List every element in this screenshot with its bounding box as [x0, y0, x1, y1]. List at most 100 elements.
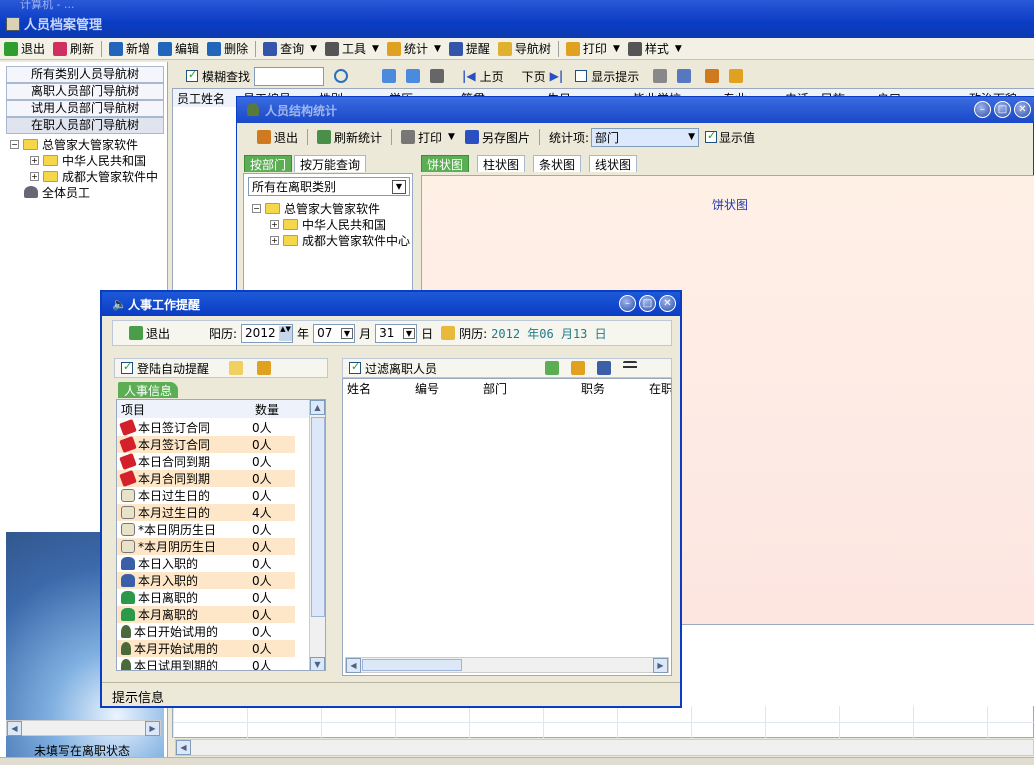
tree-node[interactable]: + 中华人民共和国 [10, 152, 158, 168]
collapse-icon[interactable]: − [10, 139, 19, 149]
nav-tree-button-2[interactable]: 试用人员部门导航树 [6, 100, 164, 117]
month-select[interactable]: 07 ▼ [313, 323, 356, 343]
year-spinner[interactable]: 2012 ▲▼ [241, 323, 294, 343]
minimize-icon[interactable]: – [619, 295, 636, 312]
reminder-exit-button[interactable]: 退出 [125, 323, 181, 343]
resigned-column-header[interactable]: 在职 [645, 380, 671, 397]
fuzzy-search-input[interactable] [254, 66, 325, 86]
edit-record-icon[interactable] [406, 69, 421, 83]
list-item[interactable]: 本日入职的 0人 [117, 555, 309, 572]
scroll-left-icon[interactable]: ◀ [176, 740, 191, 755]
book-icon[interactable] [705, 69, 720, 83]
show-hint-checkbox[interactable] [575, 70, 588, 82]
expand-icon[interactable]: + [270, 219, 279, 229]
fuzzy-search-checkbox[interactable] [186, 68, 198, 82]
last-page-icon[interactable]: ▶| [550, 69, 564, 83]
person-icon[interactable] [597, 361, 612, 375]
tree-node[interactable]: + 成都大管家软件中 [10, 168, 158, 184]
toolbar-button-7[interactable]: 统计 ▼ [383, 39, 445, 59]
resigned-column-header[interactable]: 编号 [411, 380, 479, 397]
scroll-right-icon[interactable]: ▶ [145, 721, 160, 736]
calendar-icon[interactable] [441, 326, 456, 340]
card-icon[interactable] [653, 69, 668, 83]
chart-tab-2[interactable]: 条状图 [533, 155, 582, 172]
refresh-stats-button[interactable]: 刷新统计 [313, 127, 386, 147]
dropdown-arrow-icon[interactable]: ▼ [613, 44, 620, 54]
list-item[interactable]: 本日签订合同 0人 [117, 418, 309, 437]
toolbar-button-3[interactable]: 编辑 [154, 39, 203, 59]
expand-icon[interactable]: + [270, 235, 279, 245]
tree-all-employees[interactable]: 全体员工 [10, 184, 158, 200]
scroll-up-icon[interactable]: ▲ [310, 400, 325, 415]
grid-hscroll[interactable]: ◀ [175, 739, 1034, 756]
scroll-thumb[interactable] [362, 659, 462, 671]
toolbar-button-5[interactable]: 查询 ▼ [259, 39, 321, 59]
expand-icon[interactable]: + [30, 171, 39, 181]
grid-column-header[interactable]: 员工姓名 [173, 90, 239, 107]
search-icon[interactable] [334, 69, 349, 83]
stat-item-select[interactable]: 部门 ▼ [591, 127, 700, 147]
list-item[interactable]: 本月入职的 0人 [117, 572, 309, 589]
toolbar-button-6[interactable]: 工具 ▼ [321, 39, 383, 59]
stats-left-tab-0[interactable]: 按部门 [244, 155, 293, 172]
list-item[interactable]: 本月开始试用的 0人 [117, 640, 309, 657]
prev-page-button[interactable]: 上页 [480, 68, 504, 85]
nav-tree-button-1[interactable]: 离职人员部门导航树 [6, 83, 164, 100]
scroll-left-icon[interactable]: ◀ [7, 721, 22, 736]
list-item[interactable]: 本月离职的 0人 [117, 606, 309, 623]
scroll-down-icon[interactable]: ▼ [310, 657, 325, 670]
next-page-button[interactable]: 下页 [522, 68, 546, 85]
list-item[interactable]: 本日离职的 0人 [117, 589, 309, 606]
tree-root[interactable]: − 总管家大管家软件 [10, 136, 158, 152]
auto-remind-checkbox[interactable] [121, 360, 133, 374]
expand-icon[interactable]: + [30, 155, 39, 165]
resigned-column-header[interactable]: 姓名 [343, 380, 411, 397]
filter-resigned-checkbox[interactable] [349, 360, 361, 374]
printer-icon[interactable] [571, 361, 586, 375]
chart-tab-0[interactable]: 饼状图 [421, 155, 470, 172]
save-image-button[interactable]: 另存图片 [461, 127, 534, 147]
collapse-icon[interactable]: − [252, 203, 261, 213]
list-item[interactable]: *本月阴历生日 0人 [117, 538, 309, 555]
scroll-left-icon[interactable]: ◀ [346, 658, 361, 673]
spinner-icon[interactable]: ▲▼ [279, 325, 293, 341]
toolbar-button-9[interactable]: 导航树 [494, 39, 555, 59]
toolbar-button-2[interactable]: 新增 [105, 39, 154, 59]
stats-tree-root[interactable]: − 总管家大管家软件 [252, 200, 410, 216]
list-item[interactable]: 本月过生日的 4人 [117, 504, 309, 521]
stats-exit-button[interactable]: 退出 [253, 127, 302, 147]
toolbar-button-0[interactable]: 退出 [0, 39, 49, 59]
list-item[interactable]: 本日开始试用的 0人 [117, 623, 309, 640]
nav-tree-button-0[interactable]: 所有类别人员导航树 [6, 66, 164, 83]
stats-left-tab-1[interactable]: 按万能查询 [294, 155, 367, 172]
toolbar-button-1[interactable]: 刷新 [49, 39, 98, 59]
maximize-icon[interactable]: □ [639, 295, 656, 312]
chevron-down-icon[interactable]: ▼ [392, 179, 406, 194]
reminder-list-vscroll[interactable]: ▲ ▼ [309, 400, 325, 670]
chart-icon[interactable] [229, 361, 244, 375]
minimize-icon[interactable]: – [974, 101, 991, 118]
person-icon[interactable] [677, 69, 692, 83]
stats-print-button[interactable]: 打印 ▼ [397, 127, 459, 147]
list-item[interactable]: 本日合同到期 0人 [117, 452, 309, 471]
dropdown-arrow-icon[interactable]: ▼ [675, 44, 682, 54]
close-icon[interactable]: ✕ [1014, 101, 1031, 118]
refresh-icon[interactable] [545, 361, 560, 375]
nav-tree-button-3[interactable]: 在职人员部门导航树 [6, 117, 164, 134]
scroll-thumb[interactable] [311, 417, 325, 617]
left-hscroll[interactable]: ◀ ▶ [6, 720, 161, 736]
stats-tree-node[interactable]: + 中华人民共和国 [252, 216, 410, 232]
resigned-column-header[interactable]: 部门 [479, 380, 577, 397]
toolbar-button-4[interactable]: 删除 [203, 39, 252, 59]
chevron-down-icon[interactable]: ▼ [402, 327, 416, 339]
list-item[interactable]: 本月合同到期 0人 [117, 469, 309, 488]
toolbar-button-8[interactable]: 提醒 [445, 39, 494, 59]
list-item[interactable]: 本日试用到期的 0人 [117, 657, 309, 670]
list-item[interactable]: 本月签订合同 0人 [117, 435, 309, 454]
save-icon[interactable] [430, 69, 445, 83]
list-icon[interactable] [623, 361, 638, 375]
resigned-hscroll[interactable]: ◀ ▶ [345, 657, 669, 673]
stats-tree-node[interactable]: + 成都大管家软件中心 [252, 232, 410, 248]
chart-tab-3[interactable]: 线状图 [589, 155, 638, 172]
maximize-icon[interactable]: □ [994, 101, 1011, 118]
